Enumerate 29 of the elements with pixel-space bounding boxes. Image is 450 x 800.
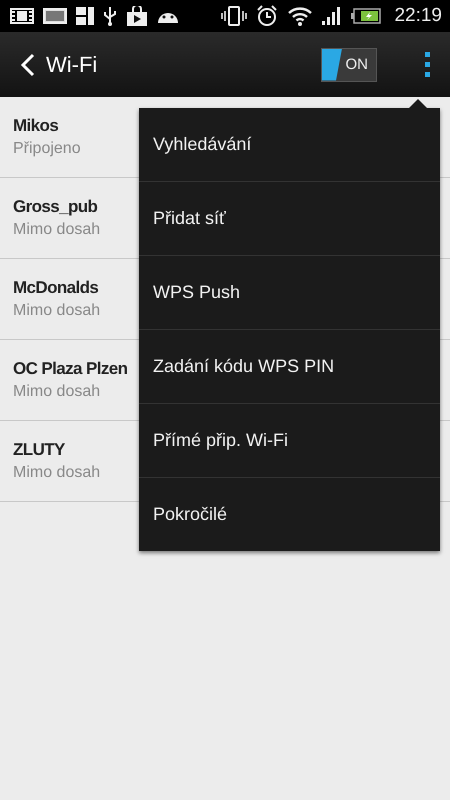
alarm-clock-icon: [256, 5, 278, 27]
clock-time: 22:19: [394, 5, 442, 27]
network-name: ZLUTY: [13, 440, 65, 460]
menu-item[interactable]: WPS Push: [139, 256, 440, 330]
film-icon: [10, 8, 34, 24]
wifi-toggle[interactable]: ON: [321, 48, 377, 82]
network-status: Mimo dosah: [13, 302, 100, 320]
network-name: Gross_pub: [13, 197, 98, 217]
network-status: Mimo dosah: [13, 383, 100, 401]
signal-icon: [322, 7, 342, 25]
vibrate-icon: [221, 6, 248, 26]
wifi-icon: [287, 6, 314, 26]
menu-item[interactable]: Přidat síť: [139, 182, 440, 256]
network-status: Připojeno: [13, 140, 81, 158]
image-icon: [43, 8, 67, 24]
network-name: OC Plaza Plzen: [13, 359, 128, 379]
menu-item[interactable]: Zadání kódu WPS PIN: [139, 330, 440, 404]
menu-item[interactable]: Přímé přip. Wi-Fi: [139, 404, 440, 478]
network-name: McDonalds: [13, 278, 98, 298]
network-name: Mikos: [13, 116, 58, 136]
screen-title: Wi-Fi: [46, 52, 98, 78]
grid-icon: [76, 7, 94, 25]
menu-item[interactable]: Vyhledávání: [139, 108, 440, 182]
shopping-bag-icon: [126, 6, 148, 26]
battery-charging-icon: [351, 8, 382, 24]
network-status: Mimo dosah: [13, 464, 100, 482]
menu-item[interactable]: Pokročilé: [139, 478, 440, 551]
network-status: Mimo dosah: [13, 221, 100, 239]
usb-icon: [103, 6, 117, 26]
